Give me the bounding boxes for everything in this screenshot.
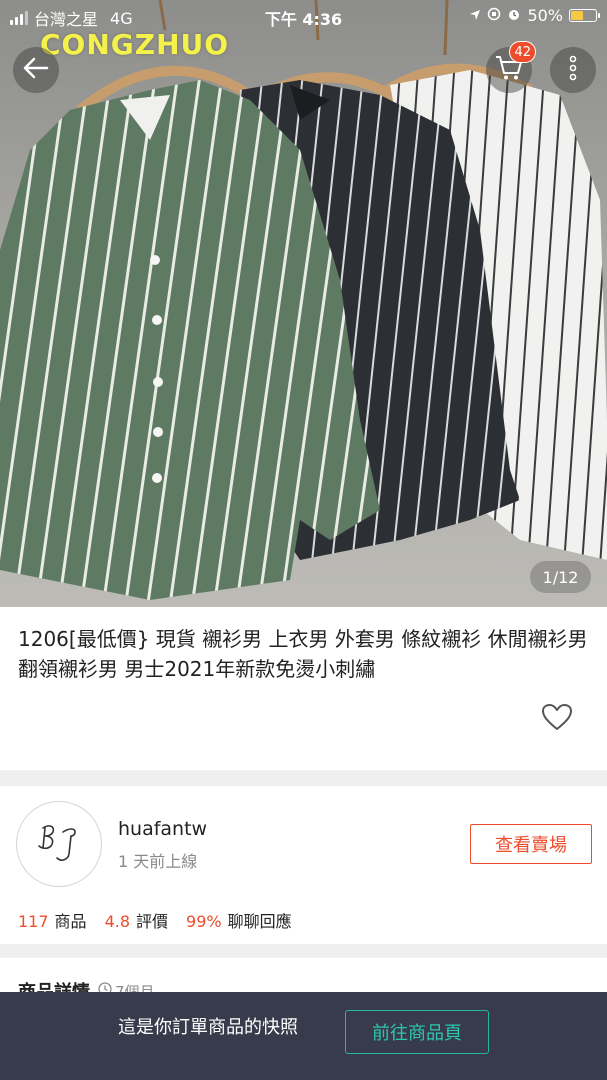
- cart-count-badge: 42: [509, 41, 536, 63]
- more-options-button[interactable]: [550, 47, 596, 93]
- stat-products: 117 商品: [18, 912, 87, 931]
- go-to-product-button[interactable]: 前往商品頁: [345, 1010, 489, 1054]
- shop-stats: 117 商品 4.8 評價 99% 聊聊回應: [18, 908, 292, 932]
- shop-logo: [38, 825, 76, 861]
- alarm-icon: [507, 6, 521, 25]
- orientation-lock-icon: [487, 6, 501, 25]
- stat-chat-response: 99% 聊聊回應: [186, 912, 292, 931]
- section-divider: [0, 944, 607, 958]
- more-vertical-icon: [569, 55, 577, 85]
- product-title: 1206[最低價} 現貨 襯衫男 上衣男 外套男 條紋襯衫 休閒襯衫男 翻領襯衫…: [18, 627, 588, 681]
- image-counter: 1/12: [530, 561, 591, 593]
- like-button[interactable]: [538, 700, 576, 738]
- snapshot-notice: 這是你訂單商品的快照: [118, 1017, 298, 1038]
- status-bar: 台灣之星 4G 下午 4:36 50%: [0, 0, 607, 34]
- battery-percent: 50%: [527, 6, 563, 25]
- location-icon: [469, 6, 481, 25]
- order-snapshot-bar: 這是你訂單商品的快照 前往商品頁: [0, 992, 607, 1080]
- view-shop-button[interactable]: 查看賣場: [470, 824, 592, 864]
- section-divider: [0, 770, 607, 786]
- stat-rating: 4.8 評價: [104, 912, 169, 931]
- shop-online-status: 1 天前上線: [118, 852, 198, 871]
- cart-button[interactable]: 42: [486, 41, 536, 93]
- heart-icon: [541, 703, 573, 735]
- shop-avatar[interactable]: [16, 801, 102, 887]
- shop-name[interactable]: huafantw: [118, 818, 207, 840]
- back-button[interactable]: [13, 47, 59, 93]
- arrow-left-icon: [23, 57, 49, 83]
- battery-icon: [569, 9, 600, 22]
